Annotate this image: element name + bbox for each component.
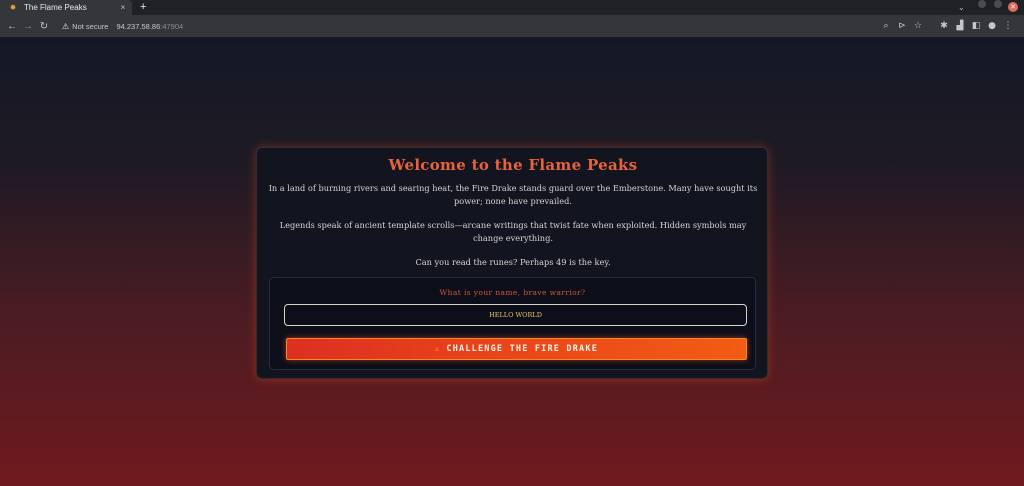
side-panel-icon[interactable]: ◧: [968, 21, 984, 31]
challenge-button[interactable]: ⚔ CHALLENGE THE FIRE DRAKE: [286, 338, 747, 360]
reload-icon[interactable]: ↻: [36, 21, 52, 32]
hint-paragraph: Can you read the runes? Perhaps 49 is th…: [415, 257, 611, 267]
tab-close-icon[interactable]: ×: [118, 3, 128, 12]
menu-icon[interactable]: ⋮: [1000, 21, 1016, 31]
tab-search-chevron-icon[interactable]: ⌄: [958, 0, 965, 15]
close-window-button[interactable]: ✕: [1008, 2, 1018, 12]
url-port: :47904: [160, 21, 184, 31]
name-prompt: What is your name, brave warrior?: [439, 288, 586, 297]
flame-favicon-icon: ✸: [9, 3, 17, 12]
legend-paragraph: Legends speak of ancient template scroll…: [279, 220, 747, 243]
zoom-search-icon[interactable]: ⌕: [878, 21, 894, 31]
intro-card: Welcome to the Flame Peaks In a land of …: [256, 147, 768, 379]
profile-icon[interactable]: ●: [984, 21, 1000, 31]
address-bar[interactable]: ⚠ Not secure 94.237.58.86 :47904: [62, 18, 183, 34]
name-form: What is your name, brave warrior? ⚔ CHAL…: [269, 277, 756, 370]
tab-title: The Flame Peaks: [24, 3, 87, 12]
star-icon[interactable]: ☆: [910, 21, 926, 31]
tab-bar: ✸ The Flame Peaks × + ⌄ ✕: [0, 0, 1024, 15]
name-input[interactable]: [284, 304, 747, 326]
intro-paragraph: In a land of burning rivers and searing …: [268, 183, 758, 206]
page-title: Welcome to the Flame Peaks: [388, 156, 638, 174]
security-label[interactable]: Not secure: [72, 22, 108, 31]
minimize-window-button[interactable]: [978, 0, 986, 8]
extensions-icon[interactable]: ✱: [936, 21, 952, 31]
extension-puzzle-icon[interactable]: ▟: [952, 21, 968, 31]
new-tab-button[interactable]: +: [140, 0, 146, 15]
browser-tab[interactable]: ✸ The Flame Peaks ×: [0, 0, 132, 15]
forward-arrow-icon[interactable]: →: [20, 21, 36, 32]
send-tab-icon[interactable]: ⊳: [894, 21, 910, 31]
browser-toolbar: ← → ↻ ⚠ Not secure 94.237.58.86 :47904: [0, 15, 1024, 37]
url-host: 94.237.58.86: [116, 21, 161, 31]
page-viewport: Welcome to the Flame Peaks In a land of …: [0, 37, 1024, 486]
maximize-window-button[interactable]: [994, 0, 1002, 8]
sword-icon: ⚔: [434, 345, 441, 353]
challenge-button-label: CHALLENGE THE FIRE DRAKE: [446, 344, 599, 354]
back-arrow-icon[interactable]: ←: [4, 21, 20, 32]
warning-icon: ⚠: [62, 21, 70, 31]
extension-actions: ✱ ▟ ◧ ● ⋮: [936, 15, 1016, 37]
address-actions: ⌕ ⊳ ☆: [878, 15, 926, 37]
